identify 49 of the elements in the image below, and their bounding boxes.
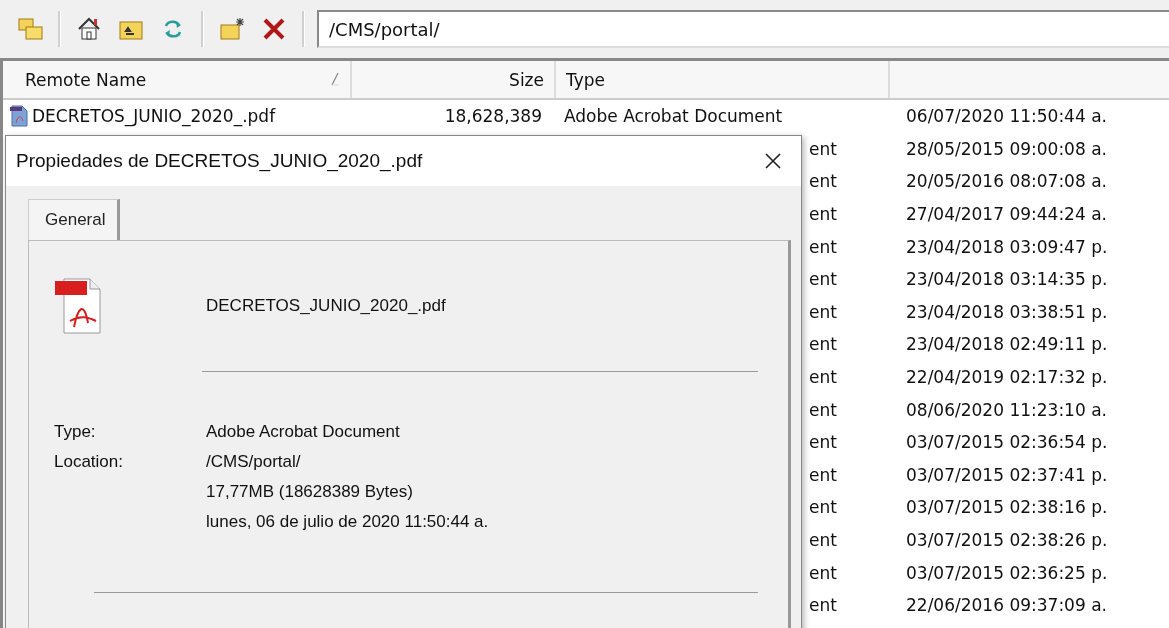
file-type: ent xyxy=(809,464,837,485)
modified-date: 03/07/2015 02:37:41 p. xyxy=(905,463,1109,487)
pdf-file-icon xyxy=(9,105,29,128)
file-type: ent xyxy=(809,595,837,616)
file-type: ent xyxy=(809,562,837,583)
column-header[interactable]: Type xyxy=(556,61,890,98)
file-type: ent xyxy=(809,236,837,257)
column-header[interactable]: Size xyxy=(352,61,556,98)
property-label: Type: xyxy=(54,422,97,442)
property-value: 17,77MB (18628389 Bytes) xyxy=(206,482,414,502)
modified-date: 23/04/2018 03:14:35 p. xyxy=(905,268,1109,292)
path-field[interactable]: /CMS/portal/ xyxy=(317,10,1169,48)
column-header[interactable]: Remote Name xyxy=(3,61,352,98)
file-name: DECRETOS_JUNIO_2020_.pdf xyxy=(206,296,446,316)
property-value: lunes, 06 de julio de 2020 11:50:44 a. xyxy=(206,512,489,532)
file-type: Adobe Acrobat Document xyxy=(563,105,784,129)
file-type: ent xyxy=(809,399,837,420)
modified-date: 27/04/2017 09:44:24 a. xyxy=(905,203,1108,227)
modified-date: 06/07/2020 11:50:44 a. xyxy=(905,105,1108,129)
file-type: ent xyxy=(809,530,837,550)
modified-date: 22/06/2016 09:37:09 a. xyxy=(905,594,1108,618)
dialog-title: Propiedades de DECRETOS_JUNIO_2020_.pdf xyxy=(16,150,423,172)
property-label: Location: xyxy=(54,452,124,472)
file-name[interactable]: DECRETOS_JUNIO_2020_.pdf xyxy=(32,106,276,127)
modified-date: 03/07/2015 02:38:26 p. xyxy=(905,529,1109,552)
modified-date: 23/04/2018 02:49:11 p. xyxy=(905,333,1109,357)
file-type: ent xyxy=(809,138,837,159)
file-type: ent xyxy=(809,269,837,290)
modified-date: 22/04/2019 02:17:32 p. xyxy=(905,366,1109,390)
modified-date: 20/05/2016 08:07:08 a. xyxy=(905,170,1108,194)
tab[interactable]: General xyxy=(28,199,121,240)
file-type: ent xyxy=(809,301,837,322)
file-type: ent xyxy=(809,204,837,225)
modified-date: 03/07/2015 02:36:25 p. xyxy=(905,561,1109,585)
close-icon xyxy=(764,152,782,170)
modified-date: 23/04/2018 03:38:51 p. xyxy=(905,300,1109,324)
file-type: ent xyxy=(809,432,837,453)
modified-date: 28/05/2015 09:00:08 a. xyxy=(905,137,1108,161)
file-type: ent xyxy=(809,497,837,518)
property-value: Adobe Acrobat Document xyxy=(206,422,401,442)
modified-date: 03/07/2015 02:38:16 p. xyxy=(905,496,1109,520)
modified-date: 23/04/2018 03:09:47 p. xyxy=(905,235,1109,259)
file-size: 18,628,389 xyxy=(443,105,543,129)
file-type: ent xyxy=(809,367,837,388)
modified-date: 03/07/2015 02:36:54 p. xyxy=(905,431,1109,455)
modified-date: 08/06/2020 11:23:10 a. xyxy=(905,398,1108,422)
property-value: /CMS/portal/ xyxy=(206,452,302,472)
file-type: ent xyxy=(809,334,837,355)
file-type: ent xyxy=(809,171,837,192)
